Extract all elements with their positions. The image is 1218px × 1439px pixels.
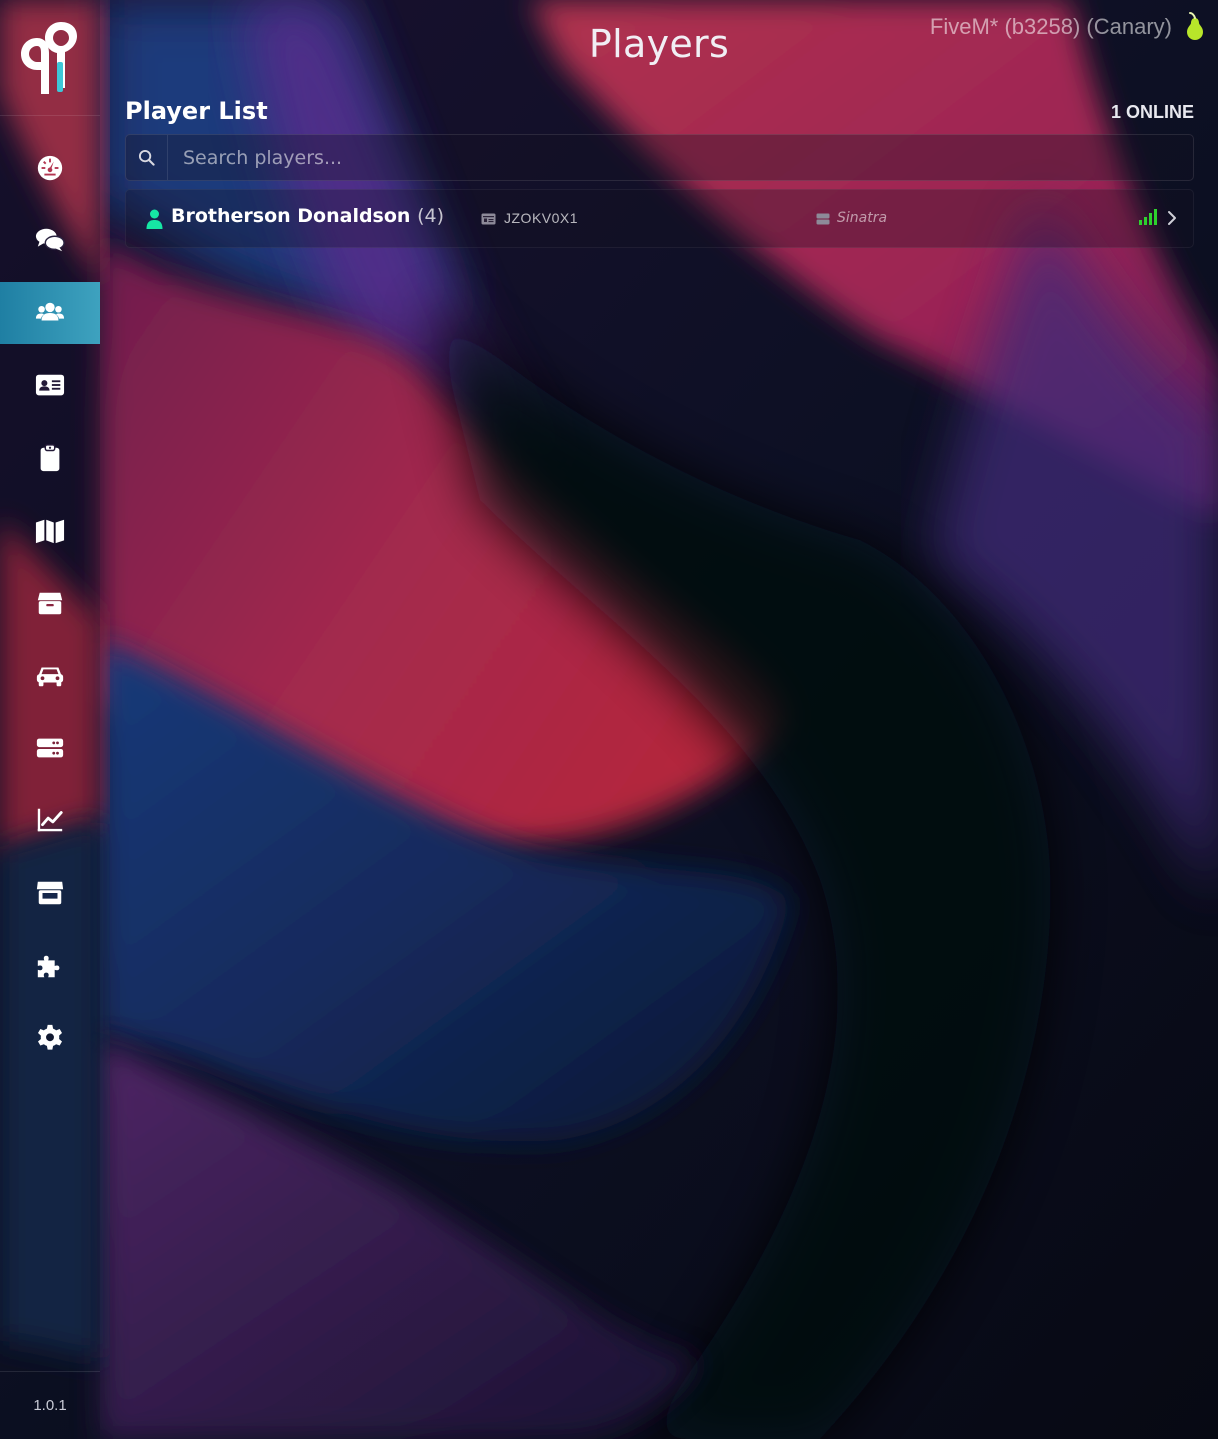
- search-input[interactable]: [168, 135, 1193, 180]
- server-build-label: FiveM* (b3258) (Canary): [929, 14, 1172, 39]
- player-name: Brotherson Donaldson (4): [171, 205, 444, 227]
- chat-icon: [35, 228, 65, 252]
- server-icon: [816, 213, 830, 225]
- sidebar: 1.0.1: [0, 0, 100, 1439]
- server-icon: [36, 738, 64, 758]
- nav-store[interactable]: [0, 862, 100, 924]
- dashboard-gauge-icon: [37, 155, 63, 181]
- search-button[interactable]: [126, 135, 168, 180]
- chevron-right-icon[interactable]: [1166, 210, 1178, 226]
- users-icon: [35, 302, 65, 321]
- id-card-icon: [35, 374, 65, 396]
- puzzle-icon: [37, 955, 60, 978]
- player-row[interactable]: Brotherson Donaldson (4) JZOKV0X1 Sinatr…: [125, 189, 1194, 248]
- nav-items[interactable]: [0, 572, 100, 634]
- player-server-id: (4): [417, 205, 444, 227]
- pear-icon: [1187, 12, 1203, 40]
- nav-chat[interactable]: [0, 209, 100, 271]
- player-name-text: Brotherson Donaldson: [171, 205, 411, 227]
- chart-line-icon: [37, 808, 63, 832]
- nav-reports[interactable]: [0, 427, 100, 489]
- id-card-icon: [481, 213, 496, 225]
- box-icon: [37, 592, 63, 615]
- logo-icon: [21, 21, 77, 94]
- clipboard-icon: [40, 444, 60, 472]
- nav-id-cards[interactable]: [0, 354, 100, 416]
- nav-dashboard[interactable]: [0, 137, 100, 199]
- app-logo[interactable]: [0, 0, 100, 116]
- app-version: 1.0.1: [33, 1397, 67, 1414]
- search-icon: [138, 149, 155, 166]
- citizen-id: JZOKV0X1: [504, 210, 579, 226]
- car-icon: [36, 667, 64, 687]
- version-footer: 1.0.1: [0, 1371, 100, 1439]
- nav-vehicles[interactable]: [0, 644, 100, 706]
- store-icon: [36, 881, 64, 905]
- signal-strength-icon: [1139, 209, 1157, 225]
- nav-map[interactable]: [0, 499, 100, 561]
- nav-plugins[interactable]: [0, 935, 100, 997]
- nav-servers[interactable]: [0, 717, 100, 779]
- nav-settings[interactable]: [0, 1007, 100, 1069]
- player-list-title: Player List: [125, 97, 268, 125]
- gear-icon: [38, 1024, 62, 1050]
- nav-players[interactable]: [0, 282, 100, 344]
- nav-statistics[interactable]: [0, 789, 100, 851]
- online-count: 1 ONLINE: [1110, 102, 1194, 122]
- player-job: Sinatra: [837, 210, 888, 226]
- map-icon: [35, 519, 65, 544]
- player-search: [125, 134, 1194, 181]
- user-online-icon: [146, 209, 163, 229]
